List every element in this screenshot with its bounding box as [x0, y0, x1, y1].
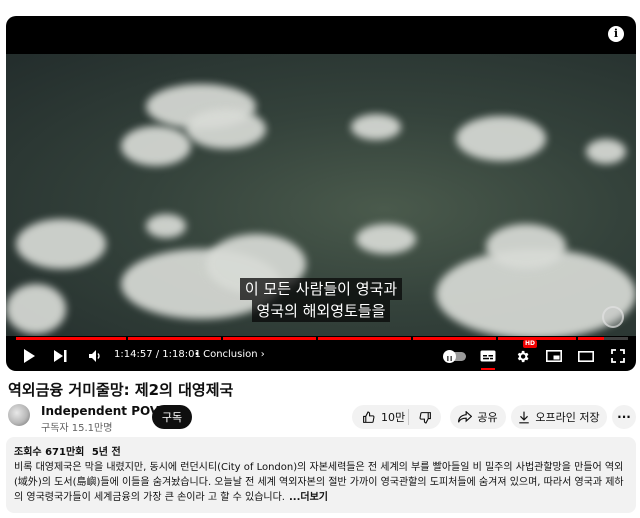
share-button[interactable]: 공유 — [450, 405, 506, 429]
more-horizontal-icon: ··· — [617, 410, 631, 424]
cloud-shape — [586, 139, 626, 164]
subtitle-line-1: 이 모든 사람들이 영국과 — [239, 278, 403, 300]
chapter-bullet: • — [194, 349, 200, 360]
share-label: 공유 — [477, 411, 498, 424]
time-display: 1:14:57 / 1:18:01 — [114, 349, 201, 360]
volume-icon[interactable] — [86, 344, 106, 368]
download-icon — [519, 411, 530, 423]
cloud-shape — [146, 214, 186, 238]
chapter-title[interactable]: • Conclusion › — [194, 349, 265, 360]
upload-age: 5년 전 — [91, 447, 121, 458]
thumbs-down-icon — [419, 411, 431, 423]
more-actions-button[interactable]: ··· — [612, 405, 636, 429]
settings-gear-icon[interactable]: HD — [512, 340, 537, 368]
cloud-shape — [186, 109, 266, 149]
subtitle-box: 이 모든 사람들이 영국과 영국의 해외영토들을 — [6, 278, 636, 322]
fullscreen-icon[interactable] — [608, 344, 628, 368]
autoplay-toggle[interactable] — [442, 344, 468, 368]
cloud-shape — [16, 219, 106, 269]
video-title: 역외금융 거미줄망: 제2의 대영제국 — [8, 381, 234, 399]
subscribe-button[interactable]: 구독 — [152, 405, 192, 429]
play-icon[interactable] — [20, 344, 38, 368]
miniplayer-icon[interactable] — [544, 344, 564, 368]
subtitles-active-underline — [481, 368, 495, 370]
chevron-right-icon: › — [260, 349, 265, 360]
cloud-shape — [351, 114, 401, 140]
description-stats: 조회수 671만회 5년 전 — [14, 445, 628, 460]
thumbs-up-icon — [363, 411, 375, 423]
channel-watermark[interactable] — [602, 306, 624, 328]
offline-save-button[interactable]: 오프라인 저장 — [511, 405, 607, 429]
channel-name-text: Independent POV — [41, 404, 160, 418]
dislike-button[interactable] — [409, 405, 441, 429]
like-dislike-group: 10만 — [352, 405, 441, 429]
chapter-label: Conclusion — [203, 349, 258, 360]
theater-mode-icon[interactable] — [576, 344, 596, 368]
cloud-shape — [121, 126, 191, 166]
info-icon[interactable]: i — [608, 26, 624, 42]
player-controls: 1:14:57 / 1:18:01 • Conclusion › HD — [6, 340, 636, 370]
video-player[interactable]: i 이 모든 사람들이 영국과 영국의 해외영토들을 1:14:57 / 1:1… — [6, 16, 636, 371]
description-more-link[interactable]: ...더보기 — [289, 492, 328, 503]
like-count: 10만 — [381, 411, 406, 424]
subtitle-line-2: 영국의 해외영토들을 — [251, 300, 391, 322]
channel-avatar[interactable] — [8, 404, 30, 426]
like-button[interactable]: 10만 — [352, 405, 408, 429]
cloud-shape — [486, 224, 566, 269]
hd-badge: HD — [522, 340, 537, 348]
subscriber-count: 구독자 15.1만명 — [41, 423, 113, 434]
next-icon[interactable] — [51, 344, 69, 368]
description-text: 비록 대영제국은 막을 내렸지만, 동시에 런던시티(City of Londo… — [14, 460, 628, 505]
cloud-shape — [456, 116, 546, 161]
cloud-shape — [356, 224, 416, 254]
subtitles-icon[interactable] — [478, 344, 498, 370]
offline-save-label: 오프라인 저장 — [535, 411, 600, 424]
description-box[interactable]: 조회수 671만회 5년 전 비록 대영제국은 막을 내렸지만, 동시에 런던시… — [6, 437, 636, 513]
share-arrow-icon — [458, 411, 473, 423]
view-count: 조회수 671만회 — [14, 447, 85, 458]
